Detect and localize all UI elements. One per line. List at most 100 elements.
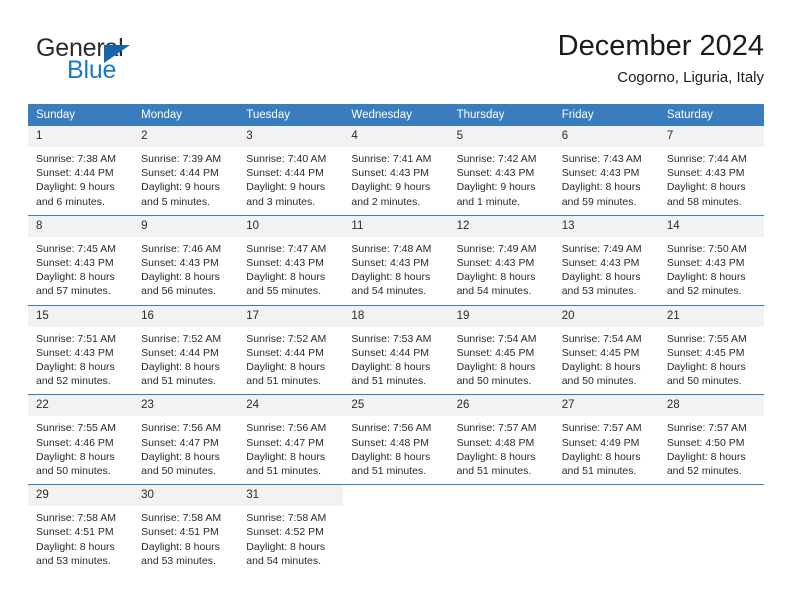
sunset-text: Sunset: 4:51 PM <box>141 526 219 539</box>
calendar-day-cell[interactable]: 6 Sunrise: 7:43 AM Sunset: 4:43 PM Daylight… <box>553 126 659 215</box>
daylight-text-line2: and 51 minutes. <box>456 465 532 478</box>
sunrise-text: Sunrise: 7:50 AM <box>666 242 747 255</box>
calendar-day-cell[interactable]: 14 Sunrise: 7:50 AM Sunset: 4:43 PM Dayligh… <box>658 214 764 306</box>
day-number: 20 <box>553 305 659 327</box>
day-details: Sunrise: 7:41 AM Sunset: 4:43 PM Daylight:… <box>343 147 448 215</box>
sunset-text: Sunset: 4:50 PM <box>666 436 745 449</box>
day-number: 25 <box>343 395 449 417</box>
daylight-text-line1: Daylight: 9 hours <box>351 181 431 194</box>
calendar-day-cell[interactable]: 25 Sunrise: 7:56 AM Sunset: 4:48 PM Dayligh… <box>343 394 449 485</box>
day-details: Sunrise: 7:56 AM Sunset: 4:48 PM Daylight:… <box>343 416 448 484</box>
calendar-day-cell[interactable]: 16 Sunrise: 7:52 AM Sunset: 4:44 PM Dayligh… <box>133 304 239 395</box>
day-details: Sunrise: 7:57 AM Sunset: 4:50 PM Daylight:… <box>659 416 764 484</box>
sunrise-text: Sunrise: 7:57 AM <box>456 422 537 435</box>
day-details: Sunrise: 7:54 AM Sunset: 4:45 PM Daylight:… <box>554 327 659 395</box>
daylight-text-line1: Daylight: 9 hours <box>246 181 326 194</box>
calendar-day-cell[interactable]: 26 Sunrise: 7:57 AM Sunset: 4:48 PM Dayligh… <box>448 394 554 485</box>
day-details: Sunrise: 7:53 AM Sunset: 4:44 PM Daylight:… <box>343 327 448 395</box>
day-details: Sunrise: 7:57 AM Sunset: 4:49 PM Daylight:… <box>554 416 659 484</box>
daylight-text-line2: and 55 minutes. <box>246 285 321 298</box>
daylight-text-line1: Daylight: 8 hours <box>561 361 641 374</box>
calendar-day-cell[interactable]: 24 Sunrise: 7:56 AM Sunset: 4:47 PM Dayligh… <box>238 394 344 485</box>
calendar-day-cell[interactable]: 4 Sunrise: 7:41 AM Sunset: 4:43 PM Daylight… <box>343 126 449 215</box>
calendar-day-cell[interactable]: 1 Sunrise: 7:38 AM Sunset: 4:44 PM Daylight… <box>28 126 134 215</box>
daylight-text-line2: and 3 minutes. <box>246 195 316 208</box>
weekday-header-sunday: Sunday <box>28 104 134 126</box>
day-details: Sunrise: 7:57 AM Sunset: 4:48 PM Daylight:… <box>449 416 554 484</box>
daylight-text-line2: and 58 minutes. <box>666 195 742 208</box>
calendar-day-cell[interactable]: 3 Sunrise: 7:40 AM Sunset: 4:44 PM Daylight… <box>238 126 344 215</box>
sunset-text: Sunset: 4:48 PM <box>456 436 535 449</box>
calendar-day-cell[interactable]: 10 Sunrise: 7:47 AM Sunset: 4:43 PM Dayligh… <box>238 214 344 306</box>
calendar-day-cell[interactable]: 28 Sunrise: 7:57 AM Sunset: 4:50 PM Dayligh… <box>658 394 764 485</box>
calendar-day-cell[interactable]: 18 Sunrise: 7:53 AM Sunset: 4:44 PM Dayligh… <box>343 304 449 395</box>
daylight-text-line1: Daylight: 9 hours <box>141 181 220 194</box>
daylight-text-line2: and 53 minutes. <box>561 285 637 298</box>
daylight-text-line2: and 50 minutes. <box>456 375 532 388</box>
title-block: December 2024 Cogorno, Liguria, Italy <box>558 28 764 89</box>
calendar-day-cell[interactable]: 15 Sunrise: 7:51 AM Sunset: 4:43 PM Dayligh… <box>28 304 134 395</box>
sunrise-text: Sunrise: 7:46 AM <box>141 242 222 255</box>
daylight-text-line1: Daylight: 8 hours <box>36 361 115 374</box>
sunrise-text: Sunrise: 7:56 AM <box>246 422 327 435</box>
calendar-day-cell[interactable]: 17 Sunrise: 7:52 AM Sunset: 4:44 PM Dayligh… <box>238 304 344 395</box>
calendar-day-cell[interactable]: 23 Sunrise: 7:56 AM Sunset: 4:47 PM Dayligh… <box>133 394 239 485</box>
daylight-text-line2: and 50 minutes. <box>141 465 216 478</box>
day-details: Sunrise: 7:54 AM Sunset: 4:45 PM Daylight:… <box>449 327 554 395</box>
daylight-text-line2: and 1 minute. <box>456 195 521 208</box>
daylight-text-line1: Daylight: 8 hours <box>36 271 115 284</box>
calendar-day-cell[interactable]: 13 Sunrise: 7:49 AM Sunset: 4:43 PM Dayligh… <box>553 214 659 306</box>
calendar-day-cell[interactable]: 11 Sunrise: 7:48 AM Sunset: 4:43 PM Dayligh… <box>343 214 449 306</box>
day-number <box>449 485 554 506</box>
daylight-text-line1: Daylight: 8 hours <box>141 361 220 374</box>
calendar-day-cell[interactable]: 9 Sunrise: 7:46 AM Sunset: 4:43 PM Daylight… <box>133 214 239 306</box>
daylight-text-line2: and 56 minutes. <box>141 285 216 298</box>
daylight-text-line2: and 52 minutes. <box>36 375 111 388</box>
calendar-day-cell[interactable]: 27 Sunrise: 7:57 AM Sunset: 4:49 PM Dayligh… <box>553 394 659 485</box>
day-number: 15 <box>28 305 134 327</box>
daylight-text-line2: and 54 minutes. <box>456 285 532 298</box>
calendar-day-cell[interactable]: 2 Sunrise: 7:39 AM Sunset: 4:44 PM Daylight… <box>133 126 239 215</box>
calendar-day-cell[interactable]: 8 Sunrise: 7:45 AM Sunset: 4:43 PM Daylight… <box>28 214 134 306</box>
calendar-day-cell[interactable]: 21 Sunrise: 7:55 AM Sunset: 4:45 PM Dayligh… <box>658 304 764 395</box>
calendar-day-cell[interactable]: 5 Sunrise: 7:42 AM Sunset: 4:43 PM Daylight… <box>448 126 554 215</box>
calendar-day-cell[interactable]: 12 Sunrise: 7:49 AM Sunset: 4:43 PM Dayligh… <box>448 214 554 306</box>
day-number: 14 <box>658 215 764 237</box>
sunrise-text: Sunrise: 7:45 AM <box>36 242 116 255</box>
calendar-day-cell[interactable]: 29 Sunrise: 7:58 AM Sunset: 4:51 PM Dayligh… <box>28 484 134 575</box>
daylight-text-line1: Daylight: 8 hours <box>351 450 431 463</box>
day-details: Sunrise: 7:56 AM Sunset: 4:47 PM Daylight:… <box>238 416 343 484</box>
daylight-text-line1: Daylight: 8 hours <box>666 271 746 284</box>
calendar-empty-cell <box>448 484 554 575</box>
day-number: 21 <box>658 305 764 327</box>
day-number: 11 <box>343 215 449 237</box>
daylight-text-line1: Daylight: 8 hours <box>141 271 220 284</box>
day-number: 16 <box>133 305 239 327</box>
page-header: General Blue December 2024 Cogorno, Ligu… <box>28 28 764 98</box>
sunrise-text: Sunrise: 7:44 AM <box>666 153 747 165</box>
day-details: Sunrise: 7:45 AM Sunset: 4:43 PM Daylight:… <box>28 237 133 305</box>
calendar-week-row: 29 Sunrise: 7:58 AM Sunset: 4:51 PM Dayligh… <box>28 484 764 575</box>
calendar-day-cell[interactable]: 30 Sunrise: 7:58 AM Sunset: 4:51 PM Dayligh… <box>133 484 239 575</box>
calendar-day-cell[interactable]: 19 Sunrise: 7:54 AM Sunset: 4:45 PM Dayligh… <box>448 304 554 395</box>
calendar-empty-cell <box>658 484 764 575</box>
day-details: Sunrise: 7:52 AM Sunset: 4:44 PM Daylight:… <box>133 327 238 395</box>
sunrise-text: Sunrise: 7:43 AM <box>561 153 642 165</box>
calendar-day-cell[interactable]: 22 Sunrise: 7:55 AM Sunset: 4:46 PM Dayligh… <box>28 394 134 485</box>
calendar-day-cell[interactable]: 7 Sunrise: 7:44 AM Sunset: 4:43 PM Daylight… <box>658 126 764 215</box>
daylight-text-line2: and 51 minutes. <box>246 375 321 388</box>
calendar-week-row: 22 Sunrise: 7:55 AM Sunset: 4:46 PM Dayligh… <box>28 394 764 485</box>
calendar-day-cell[interactable]: 20 Sunrise: 7:54 AM Sunset: 4:45 PM Dayligh… <box>553 304 659 395</box>
calendar-grid: Sunday Monday Tuesday Wednesday Thursday… <box>28 104 764 575</box>
day-number: 28 <box>658 395 764 417</box>
daylight-text-line1: Daylight: 8 hours <box>561 271 641 284</box>
calendar-page: General Blue December 2024 Cogorno, Ligu… <box>0 0 792 612</box>
day-details: Sunrise: 7:48 AM Sunset: 4:43 PM Daylight:… <box>343 237 448 305</box>
day-details: Sunrise: 7:50 AM Sunset: 4:43 PM Daylight:… <box>659 237 764 305</box>
day-details: Sunrise: 7:46 AM Sunset: 4:43 PM Daylight:… <box>133 237 238 305</box>
day-details: Sunrise: 7:58 AM Sunset: 4:52 PM Daylight:… <box>238 506 343 574</box>
sunset-text: Sunset: 4:45 PM <box>561 346 640 359</box>
calendar-day-cell[interactable]: 31 Sunrise: 7:58 AM Sunset: 4:52 PM Dayligh… <box>238 484 344 575</box>
general-blue-logo[interactable]: General Blue <box>36 34 156 90</box>
daylight-text-line1: Daylight: 8 hours <box>456 450 536 463</box>
